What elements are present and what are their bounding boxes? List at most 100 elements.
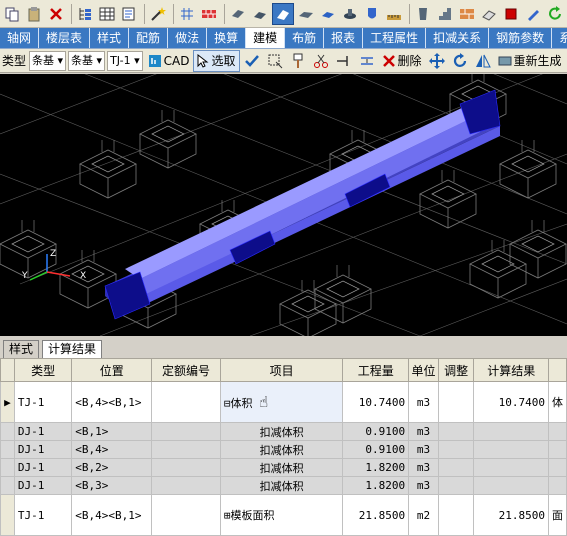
cell-type[interactable]: TJ-1 [13,494,73,536]
cell-quota-code[interactable] [151,458,221,477]
cell-adjust[interactable] [437,476,475,495]
brick-icon[interactable] [457,4,477,24]
tab-style[interactable]: 样式 [90,28,130,48]
slab-icon[interactable] [250,4,270,24]
3d-viewport[interactable]: Z Y X [0,74,567,336]
rotate-button[interactable] [449,51,471,71]
wall-icon[interactable] [199,4,219,24]
cell-adjust[interactable] [437,381,475,423]
tab-axis-grid[interactable]: 轴网 [0,28,40,48]
header-quota-code[interactable]: 定额编号 [151,358,221,382]
regenerate-button[interactable]: 重新生成 [495,51,565,71]
strip-icon[interactable] [296,4,316,24]
cell-unit[interactable]: m3 [408,422,439,441]
cell-adjust[interactable] [437,494,475,536]
beam-icon[interactable] [228,4,248,24]
stair-icon[interactable] [435,4,455,24]
cup-icon[interactable] [413,4,433,24]
tab-report[interactable]: 报表 [324,28,364,48]
header-adjust[interactable]: 调整 [437,358,475,382]
confirm-button[interactable] [241,51,263,71]
tab-deduction[interactable]: 扣减关系 [426,28,490,48]
table-row[interactable]: DJ-1 <B,1> 扣减体积 0.9100 m3 [0,422,567,441]
cell-unit[interactable]: m3 [408,440,439,459]
tab-calc-results[interactable]: 计算结果 [42,340,103,358]
cell-quota-code[interactable] [151,440,221,459]
header-unit[interactable]: 单位 [408,358,439,382]
pile-icon[interactable] [340,4,360,24]
cell-adjust[interactable] [437,458,475,477]
table-row[interactable]: DJ-1 <B,2> 扣减体积 1.8200 m3 [0,458,567,477]
header-quantity[interactable]: 工程量 [342,358,410,382]
cell-result[interactable]: 21.8500 [473,494,549,536]
pad-icon[interactable] [318,4,338,24]
offset-button[interactable] [356,51,378,71]
tab-conversion[interactable]: 换算 [207,28,247,48]
cell-quantity[interactable]: 0.9100 [342,422,410,441]
cell-position[interactable]: <B,4> [71,440,153,459]
cell-quota-code[interactable] [151,422,221,441]
cell-unit[interactable]: m2 [408,494,439,536]
delete-x-icon[interactable] [46,4,66,24]
cell-position[interactable]: <B,4><B,1> [71,494,153,536]
cell-item[interactable]: ⊞模板面积 [219,494,344,536]
cell-position[interactable]: <B,4><B,1> [71,381,153,423]
cell-type[interactable]: DJ-1 [13,422,73,441]
cell-item[interactable]: 扣减体积 [219,476,344,495]
cell-result[interactable] [473,476,549,495]
pen-icon[interactable] [523,4,543,24]
cell-item[interactable]: 扣减体积 [219,422,344,441]
foundation-icon[interactable] [272,2,294,25]
header-position[interactable]: 位置 [71,358,153,382]
cell-quantity[interactable]: 0.9100 [342,440,410,459]
table-row[interactable]: TJ-1 <B,4><B,1> ⊞模板面积 21.8500 m2 21.8500… [0,494,567,536]
cell-quota-code[interactable] [151,494,221,536]
grid-icon[interactable] [177,4,197,24]
cell-unit[interactable]: m3 [408,381,439,423]
cell-unit[interactable]: m3 [408,458,439,477]
cell-position[interactable]: <B,2> [71,458,153,477]
component-name-select[interactable]: TJ-1 ▾ [107,50,143,71]
type-select[interactable]: 条基 ▾ [29,50,67,71]
tab-rebar-layout[interactable]: 布筋 [285,28,325,48]
cell-position[interactable]: <B,1> [71,422,153,441]
trim-button[interactable] [333,51,355,71]
cell-position[interactable]: <B,3> [71,476,153,495]
refresh-icon[interactable] [545,4,565,24]
table-row[interactable]: DJ-1 <B,4> 扣减体积 0.9100 m3 [0,440,567,459]
table-icon[interactable] [97,4,117,24]
header-type[interactable]: 类型 [13,358,73,382]
red-block-icon[interactable] [501,4,521,24]
model-canvas[interactable]: Z Y X [0,74,567,336]
cell-result[interactable]: 10.7400 [473,381,549,423]
cell-result[interactable] [473,458,549,477]
tab-system[interactable]: 系 [552,28,567,48]
cad-button[interactable]: CAD [145,51,193,71]
tree-list-icon[interactable] [75,4,95,24]
tab-style-panel[interactable]: 样式 [3,340,40,358]
cell-type[interactable]: DJ-1 [13,458,73,477]
cut-button[interactable] [310,51,332,71]
header-result[interactable]: 计算结果 [473,358,549,382]
cell-type[interactable]: TJ-1 [13,381,73,423]
move-button[interactable] [426,51,448,71]
ruler-icon[interactable] [384,4,404,24]
cell-item[interactable]: 扣减体积 [219,458,344,477]
cell-type[interactable]: DJ-1 [13,476,73,495]
cell-type[interactable]: DJ-1 [13,440,73,459]
cell-item[interactable]: ⊟体积 ☝ [219,381,344,423]
cell-unit[interactable]: m3 [408,476,439,495]
tab-method[interactable]: 做法 [168,28,208,48]
cell-quantity[interactable]: 21.8500 [342,494,410,536]
table-row[interactable]: DJ-1 <B,3> 扣减体积 1.8200 m3 [0,476,567,495]
cell-item[interactable]: 扣减体积 [219,440,344,459]
tab-rebar-params[interactable]: 钢筋参数 [489,28,553,48]
cell-adjust[interactable] [437,440,475,459]
copy-icon[interactable] [2,4,22,24]
cell-quantity[interactable]: 1.8200 [342,458,410,477]
cell-quantity[interactable]: 1.8200 [342,476,410,495]
eraser-icon[interactable] [479,4,499,24]
paste-icon[interactable] [24,4,44,24]
cell-result[interactable] [473,422,549,441]
header-item[interactable]: 项目 [219,358,344,382]
